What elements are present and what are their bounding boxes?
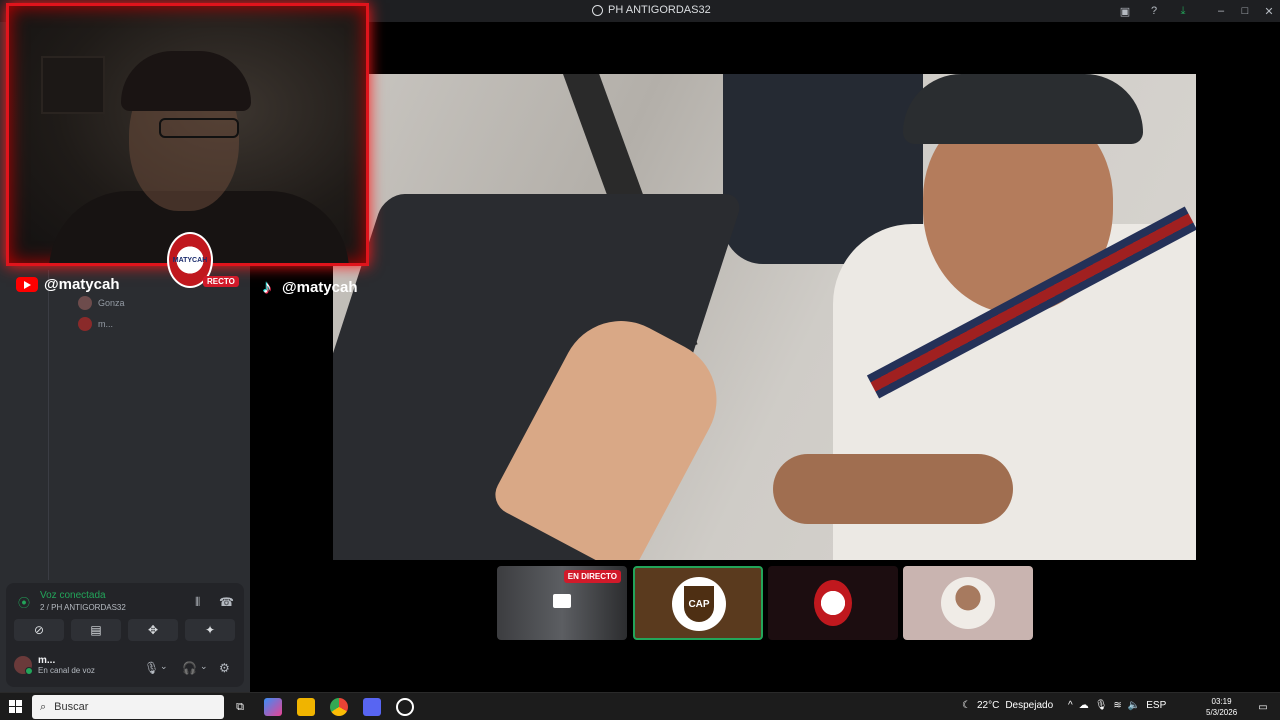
youtube-handle-text: @matycah bbox=[44, 276, 120, 293]
volume-icon[interactable]: 🔈 bbox=[1128, 700, 1140, 711]
language-indicator[interactable]: ESP bbox=[1146, 700, 1166, 711]
cloud-icon[interactable]: ☁ bbox=[1079, 700, 1089, 711]
participant-tile-user[interactable] bbox=[903, 566, 1033, 640]
obs-icon[interactable] bbox=[396, 698, 414, 716]
noise-suppression-icon[interactable]: ⦀ bbox=[195, 595, 200, 610]
tiktok-handle-text: @matycah bbox=[282, 278, 358, 296]
screen-share-icon bbox=[553, 594, 571, 608]
webcam-person-hair bbox=[121, 51, 251, 111]
copilot-icon[interactable] bbox=[264, 698, 282, 716]
avatar bbox=[78, 296, 92, 310]
download-icon[interactable]: ⤓ bbox=[1175, 3, 1191, 19]
chevron-up-icon[interactable]: ^ bbox=[1068, 700, 1073, 711]
chevron-down-icon[interactable]: ⌄ bbox=[200, 661, 208, 672]
voice-connection-panel: ⦿ Voz conectada 2 / PH ANTIGORDAS32 ⦀ ☎ … bbox=[6, 583, 244, 687]
activities-button[interactable]: ✥ bbox=[128, 619, 178, 641]
participant-tile-cap[interactable]: CAP bbox=[633, 566, 763, 640]
weather-condition: Despejado bbox=[1005, 700, 1054, 711]
screen: PH ANTIGORDAS32 ▣ ? ⤓ – □ ✕ Gonza m... M… bbox=[0, 0, 1280, 720]
voice-user-gonza[interactable]: Gonza bbox=[78, 296, 125, 310]
webcam-overlay bbox=[6, 3, 369, 266]
settings-icon[interactable]: ⚙ bbox=[219, 661, 230, 675]
system-tray[interactable]: ^ ☁ 🎙 ≋ 🔈 ESP bbox=[1068, 700, 1166, 711]
discord-icon[interactable] bbox=[363, 698, 381, 716]
signal-icon: ⦿ bbox=[18, 596, 31, 610]
headphones-icon[interactable]: 🎧 bbox=[182, 661, 197, 675]
discord-app-icon bbox=[592, 4, 603, 16]
temperature: 22°C bbox=[976, 700, 1000, 711]
wifi-icon[interactable]: ≋ bbox=[1113, 700, 1121, 711]
clock-time: 03:19 bbox=[1211, 697, 1232, 706]
user-avatar bbox=[941, 577, 995, 629]
participant-tile-screen[interactable]: EN DIRECTO bbox=[497, 566, 627, 640]
matycah-avatar bbox=[814, 580, 852, 626]
channel-tree-line bbox=[48, 270, 49, 580]
live-badge: RECTO bbox=[203, 276, 239, 287]
clock[interactable]: 03:19 5/3/2026 bbox=[1206, 696, 1237, 718]
disconnect-icon[interactable]: ☎ bbox=[219, 595, 234, 609]
user-status: En canal de voz bbox=[38, 666, 95, 675]
clock-date: 5/3/2026 bbox=[1206, 708, 1238, 717]
matycah-logo-text: MATYCAH bbox=[172, 256, 208, 264]
soundboard-button[interactable]: ✦ bbox=[185, 619, 235, 641]
moon-icon: ☾ bbox=[962, 700, 971, 711]
mic-tray-icon[interactable]: 🎙 bbox=[1095, 700, 1108, 711]
help-icon[interactable]: ? bbox=[1146, 3, 1162, 19]
chrome-icon[interactable] bbox=[330, 698, 348, 716]
live-badge: EN DIRECTO bbox=[563, 570, 621, 583]
youtube-icon bbox=[16, 277, 38, 292]
inbox-icon[interactable]: ▣ bbox=[1117, 3, 1133, 19]
microphone-icon[interactable]: 🎙 bbox=[144, 661, 159, 675]
tiktok-handle: ♪ @matycah bbox=[258, 276, 358, 298]
taskbar-search[interactable]: ⌕ Buscar bbox=[32, 695, 224, 719]
tiktok-icon: ♪ bbox=[262, 277, 272, 297]
stream-video[interactable] bbox=[333, 74, 1196, 560]
voice-user-m[interactable]: m... bbox=[78, 317, 113, 331]
stream-person-cap bbox=[903, 74, 1143, 144]
chevron-down-icon[interactable]: ⌄ bbox=[160, 661, 168, 672]
search-icon: ⌕ bbox=[40, 700, 47, 713]
voice-channel-name[interactable]: 2 / PH ANTIGORDAS32 bbox=[40, 603, 126, 612]
user-avatar bbox=[14, 656, 33, 675]
voice-user-name: m... bbox=[98, 319, 113, 329]
cap-logo: CAP bbox=[672, 577, 726, 631]
task-view-icon[interactable]: ⧉ bbox=[231, 698, 249, 716]
user-panel[interactable]: m... En canal de voz bbox=[14, 655, 95, 675]
webcam-wall-frame bbox=[41, 56, 105, 114]
screen-share-button[interactable]: ▤ bbox=[71, 619, 121, 641]
window-title-text: PH ANTIGORDAS32 bbox=[608, 4, 711, 16]
stream-person-arm bbox=[773, 454, 1013, 524]
voice-user-name: Gonza bbox=[98, 298, 125, 308]
avatar bbox=[78, 317, 92, 331]
user-name: m... bbox=[38, 655, 56, 666]
close-button[interactable]: ✕ bbox=[1261, 3, 1277, 19]
search-placeholder: Buscar bbox=[54, 701, 89, 713]
camera-off-button[interactable]: ⊘ bbox=[14, 619, 64, 641]
weather-widget[interactable]: ☾ 22°C Despejado bbox=[962, 700, 1053, 711]
voice-status[interactable]: Voz conectada bbox=[40, 590, 106, 601]
windows-start-icon[interactable] bbox=[9, 700, 22, 713]
webcam-person-glasses bbox=[159, 118, 239, 138]
window-title: PH ANTIGORDAS32 bbox=[592, 4, 711, 16]
maximize-button[interactable]: □ bbox=[1237, 3, 1253, 19]
participant-tile-matycah[interactable] bbox=[768, 566, 898, 640]
taskbar: ⌕ Buscar ⧉ ☾ 22°C Despejado ^ ☁ 🎙 ≋ 🔈 ES… bbox=[0, 692, 1280, 720]
notification-icon[interactable]: ▭ bbox=[1254, 698, 1272, 716]
youtube-handle: @matycah bbox=[16, 276, 120, 293]
minimize-button[interactable]: – bbox=[1213, 3, 1229, 19]
cap-shield-icon: CAP bbox=[684, 586, 714, 622]
file-explorer-icon[interactable] bbox=[297, 698, 315, 716]
